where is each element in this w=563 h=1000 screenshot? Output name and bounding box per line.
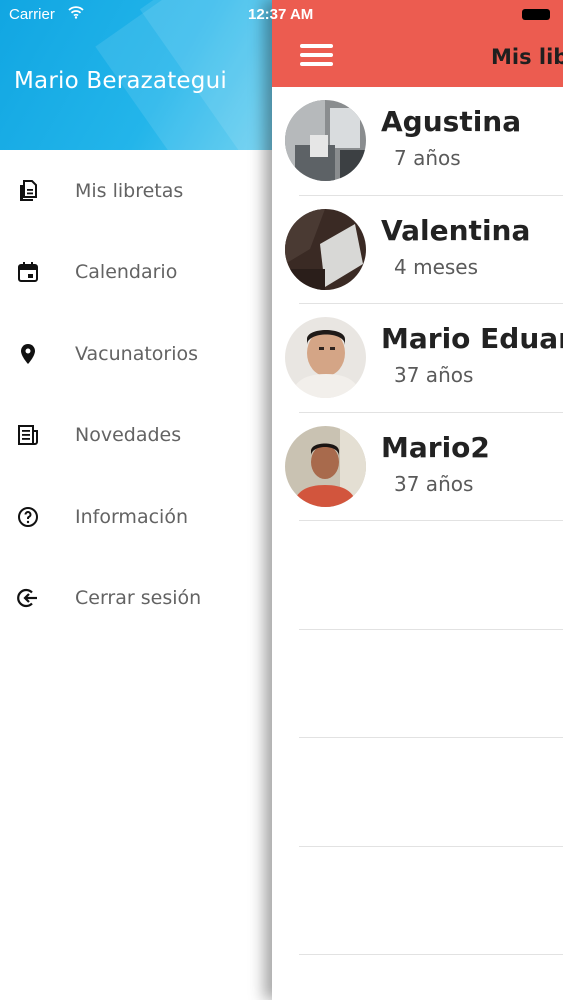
- menu-item-vacunatorios[interactable]: Vacunatorios: [0, 313, 272, 395]
- profile-age: 4 meses: [394, 254, 479, 279]
- drawer-menu: Mis libretas Calendario Vacunatorios Nov…: [0, 150, 272, 639]
- profile-name: Agustina: [381, 105, 522, 138]
- hamburger-menu-icon[interactable]: [300, 44, 333, 66]
- calendar-icon: [16, 260, 40, 284]
- location-pin-icon: [16, 342, 40, 366]
- avatar: [285, 317, 366, 398]
- menu-item-label: Cerrar sesión: [75, 587, 202, 610]
- profile-name: Mario2: [381, 430, 490, 464]
- menu-item-label: Información: [75, 505, 188, 528]
- list-item[interactable]: Valentina 4 meses: [272, 196, 563, 304]
- empty-row: [272, 521, 563, 630]
- logout-icon: [16, 586, 40, 610]
- avatar: [285, 100, 366, 181]
- profile-name: Valentina: [381, 213, 531, 247]
- profile-age: 7 años: [394, 146, 461, 170]
- battery-icon: [522, 9, 550, 20]
- profile-name: Mario Eduardo: [381, 322, 563, 355]
- user-name: Mario Berazategui: [14, 68, 227, 94]
- menu-item-informacion[interactable]: Información: [0, 476, 272, 558]
- notebooks-icon: [16, 179, 40, 203]
- page-title: Mis libretas: [491, 45, 563, 69]
- menu-item-calendario[interactable]: Calendario: [0, 232, 272, 314]
- menu-item-mis-libretas[interactable]: Mis libretas: [0, 150, 272, 232]
- empty-row: [272, 738, 563, 847]
- status-bar: Carrier 12:37 AM: [0, 0, 563, 30]
- menu-item-novedades[interactable]: Novedades: [0, 395, 272, 477]
- empty-row: [272, 847, 563, 955]
- menu-item-label: Vacunatorios: [75, 342, 199, 365]
- carrier-label: Carrier: [9, 6, 55, 23]
- profiles-list: Agustina 7 años Valentina 4 meses Mario …: [272, 87, 563, 955]
- help-circle-icon: [16, 505, 40, 529]
- status-time: 12:37 AM: [248, 6, 314, 23]
- avatar: [285, 208, 366, 290]
- profile-age: 37 años: [394, 471, 474, 496]
- avatar: [285, 425, 366, 507]
- menu-item-cerrar-sesion[interactable]: Cerrar sesión: [0, 558, 272, 640]
- menu-item-label: Novedades: [75, 424, 182, 447]
- list-item[interactable]: Mario2 37 años: [272, 413, 563, 521]
- menu-item-label: Mis libretas: [75, 179, 184, 202]
- news-icon: [16, 423, 40, 447]
- list-item[interactable]: Agustina 7 años: [272, 87, 563, 196]
- profile-age: 37 años: [394, 363, 474, 387]
- side-drawer: Mario Berazategui Mis libretas Calendari…: [0, 0, 272, 1000]
- main-panel: Mis libretas Agustina 7 años: [272, 0, 563, 1000]
- list-item[interactable]: Mario Eduardo 37 años: [272, 304, 563, 413]
- divider: [299, 954, 563, 955]
- empty-row: [272, 630, 563, 738]
- wifi-icon: [68, 5, 84, 23]
- menu-item-label: Calendario: [75, 261, 178, 284]
